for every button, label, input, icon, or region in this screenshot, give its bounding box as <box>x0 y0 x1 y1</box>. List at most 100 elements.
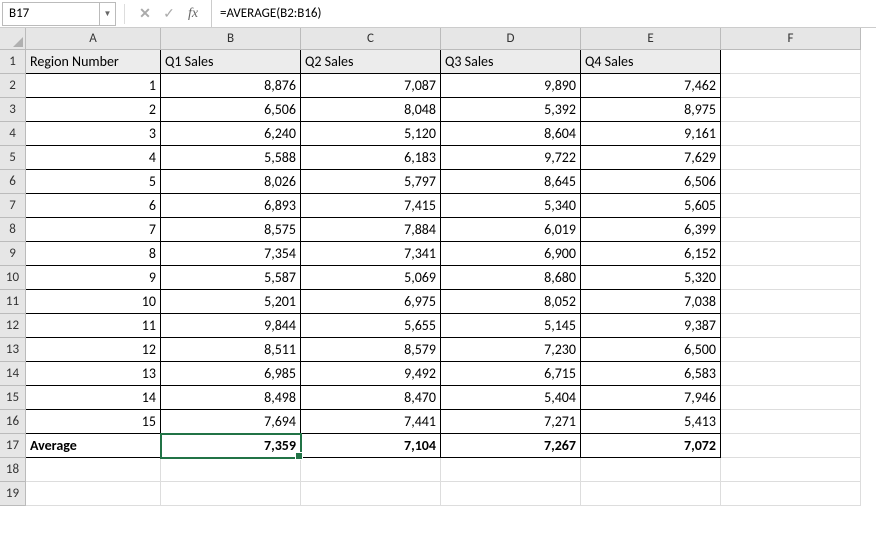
cell-F4[interactable] <box>721 122 861 146</box>
cell-E1[interactable]: Q4 Sales <box>581 50 721 74</box>
row-header-1[interactable]: 1 <box>0 50 26 74</box>
cell-D17[interactable]: 7,267 <box>441 434 581 458</box>
cell-C4[interactable]: 5,120 <box>301 122 441 146</box>
row-header-5[interactable]: 5 <box>0 146 26 170</box>
cell-C6[interactable]: 5,797 <box>301 170 441 194</box>
name-box-dropdown[interactable]: ▼ <box>100 2 116 26</box>
enter-icon[interactable]: ✓ <box>157 2 181 26</box>
cell-F17[interactable] <box>721 434 861 458</box>
cell-F10[interactable] <box>721 266 861 290</box>
cell-C18[interactable] <box>301 458 441 482</box>
row-header-12[interactable]: 12 <box>0 314 26 338</box>
cell-D9[interactable]: 6,900 <box>441 242 581 266</box>
cell-A5[interactable]: 4 <box>26 146 161 170</box>
cell-B2[interactable]: 8,876 <box>161 74 301 98</box>
cell-F8[interactable] <box>721 218 861 242</box>
cell-F9[interactable] <box>721 242 861 266</box>
cell-E13[interactable]: 6,500 <box>581 338 721 362</box>
cell-C16[interactable]: 7,441 <box>301 410 441 434</box>
cell-E17[interactable]: 7,072 <box>581 434 721 458</box>
cell-F3[interactable] <box>721 98 861 122</box>
cell-D1[interactable]: Q3 Sales <box>441 50 581 74</box>
cell-E3[interactable]: 8,975 <box>581 98 721 122</box>
cell-D16[interactable]: 7,271 <box>441 410 581 434</box>
cell-A2[interactable]: 1 <box>26 74 161 98</box>
cell-F12[interactable] <box>721 314 861 338</box>
cell-D11[interactable]: 8,052 <box>441 290 581 314</box>
cell-F16[interactable] <box>721 410 861 434</box>
row-header-15[interactable]: 15 <box>0 386 26 410</box>
cell-E8[interactable]: 6,399 <box>581 218 721 242</box>
col-header-A[interactable]: A <box>26 28 161 50</box>
cell-D7[interactable]: 5,340 <box>441 194 581 218</box>
cell-C1[interactable]: Q2 Sales <box>301 50 441 74</box>
col-header-D[interactable]: D <box>441 28 581 50</box>
cell-C3[interactable]: 8,048 <box>301 98 441 122</box>
cell-A4[interactable]: 3 <box>26 122 161 146</box>
cell-B6[interactable]: 8,026 <box>161 170 301 194</box>
cell-C9[interactable]: 7,341 <box>301 242 441 266</box>
cell-B5[interactable]: 5,588 <box>161 146 301 170</box>
col-header-B[interactable]: B <box>161 28 301 50</box>
cell-F15[interactable] <box>721 386 861 410</box>
select-all-corner[interactable] <box>0 28 26 50</box>
cell-D18[interactable] <box>441 458 581 482</box>
col-header-E[interactable]: E <box>581 28 721 50</box>
cell-D19[interactable] <box>441 482 581 506</box>
cell-D6[interactable]: 8,645 <box>441 170 581 194</box>
cell-A17[interactable]: Average <box>26 434 161 458</box>
cell-A12[interactable]: 11 <box>26 314 161 338</box>
name-box[interactable]: B17 <box>2 2 100 26</box>
cell-A3[interactable]: 2 <box>26 98 161 122</box>
cell-E16[interactable]: 5,413 <box>581 410 721 434</box>
cell-A8[interactable]: 7 <box>26 218 161 242</box>
cell-C13[interactable]: 8,579 <box>301 338 441 362</box>
cell-D12[interactable]: 5,145 <box>441 314 581 338</box>
cell-D3[interactable]: 5,392 <box>441 98 581 122</box>
cell-E19[interactable] <box>581 482 721 506</box>
cell-B10[interactable]: 5,587 <box>161 266 301 290</box>
cell-D15[interactable]: 5,404 <box>441 386 581 410</box>
cell-A1[interactable]: Region Number <box>26 50 161 74</box>
cell-A18[interactable] <box>26 458 161 482</box>
cell-E2[interactable]: 7,462 <box>581 74 721 98</box>
cell-B1[interactable]: Q1 Sales <box>161 50 301 74</box>
cell-C14[interactable]: 9,492 <box>301 362 441 386</box>
row-header-14[interactable]: 14 <box>0 362 26 386</box>
cell-D14[interactable]: 6,715 <box>441 362 581 386</box>
cell-E12[interactable]: 9,387 <box>581 314 721 338</box>
row-header-19[interactable]: 19 <box>0 482 26 506</box>
cell-A6[interactable]: 5 <box>26 170 161 194</box>
cell-E11[interactable]: 7,038 <box>581 290 721 314</box>
cell-A11[interactable]: 10 <box>26 290 161 314</box>
cell-B3[interactable]: 6,506 <box>161 98 301 122</box>
row-header-3[interactable]: 3 <box>0 98 26 122</box>
cell-E10[interactable]: 5,320 <box>581 266 721 290</box>
spreadsheet-grid[interactable]: ABCDEF1Region NumberQ1 SalesQ2 SalesQ3 S… <box>0 28 876 506</box>
cell-B15[interactable]: 8,498 <box>161 386 301 410</box>
cell-F1[interactable] <box>721 50 861 74</box>
cell-F14[interactable] <box>721 362 861 386</box>
row-header-10[interactable]: 10 <box>0 266 26 290</box>
cell-E5[interactable]: 7,629 <box>581 146 721 170</box>
cell-F5[interactable] <box>721 146 861 170</box>
cell-A14[interactable]: 13 <box>26 362 161 386</box>
cell-B12[interactable]: 9,844 <box>161 314 301 338</box>
row-header-18[interactable]: 18 <box>0 458 26 482</box>
row-header-16[interactable]: 16 <box>0 410 26 434</box>
cell-F18[interactable] <box>721 458 861 482</box>
cell-C7[interactable]: 7,415 <box>301 194 441 218</box>
row-header-2[interactable]: 2 <box>0 74 26 98</box>
row-header-7[interactable]: 7 <box>0 194 26 218</box>
cell-E4[interactable]: 9,161 <box>581 122 721 146</box>
cell-E18[interactable] <box>581 458 721 482</box>
formula-input[interactable]: =AVERAGE(B2:B16) <box>211 0 876 27</box>
cell-F6[interactable] <box>721 170 861 194</box>
cell-C17[interactable]: 7,104 <box>301 434 441 458</box>
cell-D2[interactable]: 9,890 <box>441 74 581 98</box>
cell-F19[interactable] <box>721 482 861 506</box>
cell-B9[interactable]: 7,354 <box>161 242 301 266</box>
cell-F2[interactable] <box>721 74 861 98</box>
col-header-F[interactable]: F <box>721 28 861 50</box>
cell-C5[interactable]: 6,183 <box>301 146 441 170</box>
